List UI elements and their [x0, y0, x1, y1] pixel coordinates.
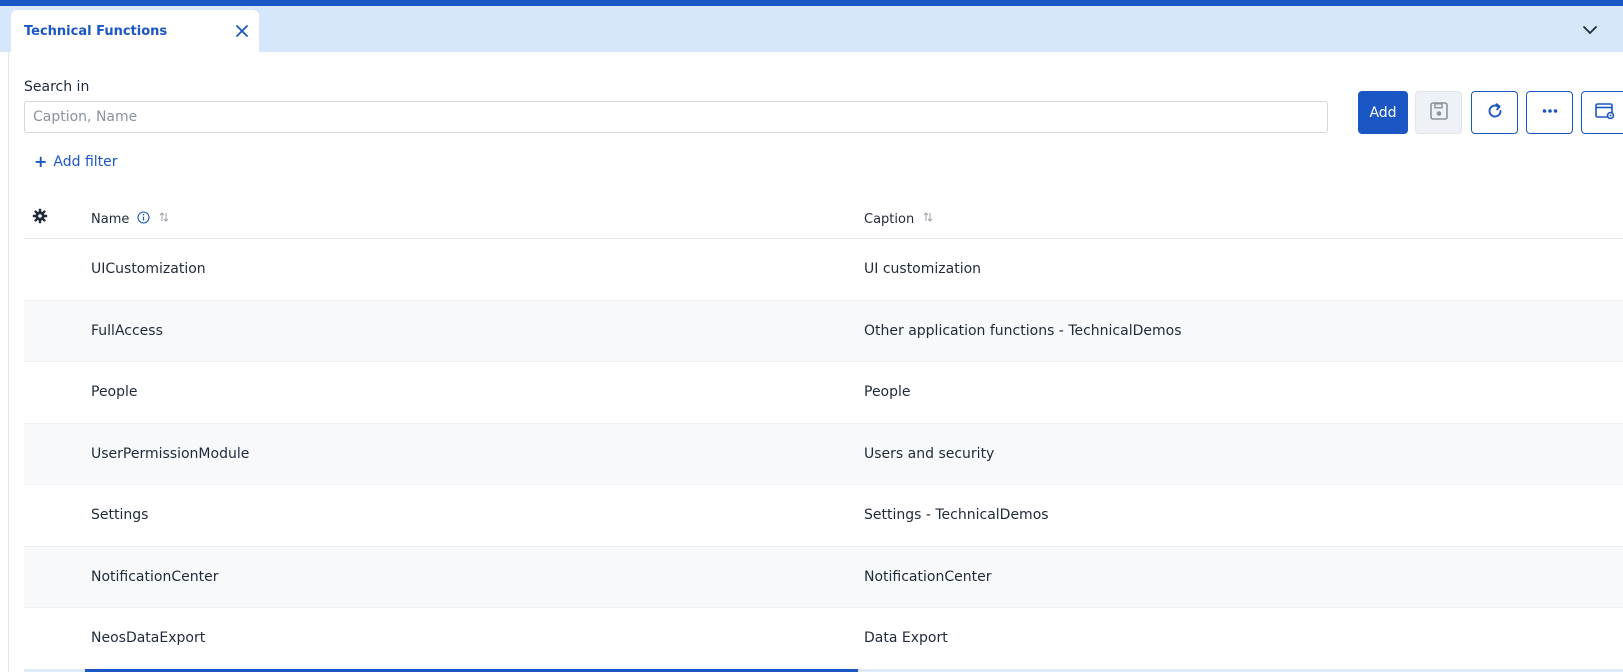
- cell-name: FullAccess: [91, 322, 163, 339]
- column-header-name[interactable]: Name: [91, 210, 170, 228]
- save-button[interactable]: [1415, 91, 1462, 134]
- refresh-icon: [1485, 101, 1505, 125]
- add-button[interactable]: Add: [1358, 91, 1408, 134]
- table-row[interactable]: People People: [24, 362, 1623, 424]
- refresh-button[interactable]: [1471, 91, 1518, 134]
- window-settings-icon: [1594, 101, 1616, 125]
- add-filter-label: Add filter: [53, 153, 118, 170]
- table-row[interactable]: UserPermissionModule Users and security: [24, 423, 1623, 485]
- chevron-down-icon[interactable]: [1580, 22, 1600, 38]
- cell-caption: NotificationCenter: [864, 568, 992, 585]
- table-row[interactable]: NeosDataExport Data Export: [24, 608, 1623, 670]
- sort-icon[interactable]: [158, 210, 170, 228]
- table-row[interactable]: UICustomization UI customization: [24, 239, 1623, 301]
- cell-caption: Other application functions - TechnicalD…: [864, 322, 1182, 339]
- search-input[interactable]: [24, 101, 1328, 133]
- plus-icon: +: [34, 152, 48, 171]
- cell-name: UserPermissionModule: [91, 445, 250, 462]
- table-row[interactable]: Settings Settings - TechnicalDemos: [24, 485, 1623, 547]
- cell-name: NotificationCenter: [91, 568, 219, 585]
- table-row[interactable]: NotificationCenter NotificationCenter: [24, 546, 1623, 608]
- cell-name: UICustomization: [91, 261, 206, 277]
- cell-caption: People: [864, 384, 911, 400]
- tab-title: Technical Functions: [24, 24, 168, 39]
- table-row[interactable]: FullAccess Other application functions -…: [24, 300, 1623, 362]
- cell-name: NeosDataExport: [91, 630, 206, 646]
- add-filter-button[interactable]: + Add filter: [34, 152, 118, 171]
- tab-strip: Technical Functions: [0, 6, 1623, 52]
- cell-caption: Users and security: [864, 445, 995, 462]
- data-grid: Name Caption UICustomization UI customiz…: [24, 196, 1623, 670]
- grid-header: Name Caption: [24, 196, 1623, 239]
- gear-icon[interactable]: [32, 208, 48, 224]
- close-icon[interactable]: [233, 22, 251, 40]
- cell-name: People: [91, 384, 138, 400]
- floppy-disk-icon: [1429, 101, 1449, 125]
- info-icon[interactable]: [137, 210, 150, 228]
- left-divider: [8, 52, 9, 672]
- ellipsis-icon: [1540, 101, 1560, 125]
- sort-icon[interactable]: [922, 210, 934, 228]
- search-label: Search in: [24, 79, 90, 95]
- column-header-label: Caption: [864, 211, 915, 227]
- tab-technical-functions[interactable]: Technical Functions: [11, 10, 259, 52]
- column-header-caption[interactable]: Caption: [864, 210, 934, 228]
- cell-caption: Settings - TechnicalDemos: [864, 507, 1049, 523]
- cell-caption: Data Export: [864, 630, 948, 646]
- cell-name: Settings: [91, 507, 149, 523]
- layout-settings-button[interactable]: [1581, 91, 1623, 134]
- more-options-button[interactable]: [1526, 91, 1573, 134]
- column-header-label: Name: [91, 211, 130, 227]
- cell-caption: UI customization: [864, 261, 982, 277]
